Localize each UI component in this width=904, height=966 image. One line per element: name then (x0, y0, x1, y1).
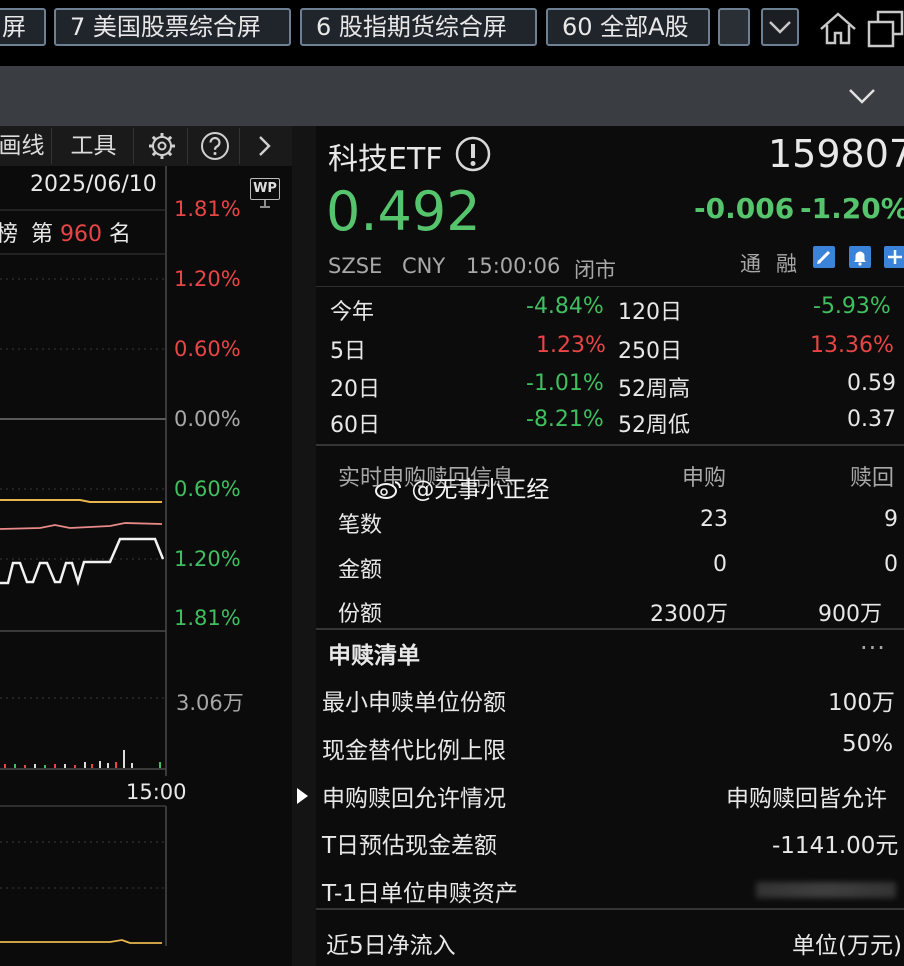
more-options-button[interactable]: ··· (860, 634, 886, 662)
security-code: 159807 (768, 132, 904, 176)
perf-value: -5.93% (813, 294, 891, 319)
collapse-bar (0, 66, 904, 126)
perf-value: -8.21% (526, 407, 604, 432)
redemption-row-value: -1141.00元 (772, 833, 899, 859)
pencil-icon (817, 250, 831, 264)
realtime-row-label: 金额 (338, 558, 383, 583)
redemption-row-label: T-1日单位申赎资产 (322, 881, 518, 907)
alert-icon[interactable] (454, 135, 492, 173)
tab-us-stocks[interactable]: 7 美国股票综合屏 (54, 8, 291, 46)
redemption-row-label: 申购赎回允许情况 (322, 786, 506, 812)
perf-value: 0.59 (847, 371, 896, 396)
perf-value: 0.37 (847, 407, 896, 432)
realtime-redeem-value: 9 (884, 507, 898, 532)
redemption-row-value: 100万 (828, 690, 895, 716)
currency-label: CNY (402, 254, 446, 278)
top-tab-bar: 屏 7 美国股票综合屏 6 股指期货综合屏 60 全部A股 (0, 0, 904, 66)
perf-label: 今年 (330, 300, 375, 325)
perf-label: 60日 (330, 413, 380, 438)
perf-label: 52周高 (618, 377, 690, 402)
tab-all-a-shares[interactable]: 60 全部A股 (546, 8, 710, 46)
chevron-down-icon[interactable] (846, 84, 878, 108)
divider (316, 628, 904, 630)
quote-time: 15:00:06 (466, 254, 561, 278)
tabs-dropdown-button[interactable] (761, 8, 799, 46)
perf-label: 5日 (330, 339, 366, 364)
realtime-subscribe-value: 2300万 (650, 602, 728, 627)
perf-label: 250日 (618, 339, 682, 364)
tab-index-futures[interactable]: 6 股指期货综合屏 (300, 8, 537, 46)
realtime-redeem-value: 900万 (818, 602, 882, 627)
divider (316, 286, 904, 287)
perf-label: 20日 (330, 377, 380, 402)
security-name: 科技ETF (328, 142, 443, 177)
redemption-row-label: T日预估现金差额 (322, 833, 498, 859)
divider (316, 444, 904, 446)
tag-connect: 通 (740, 252, 761, 276)
realtime-subscribe-value: 0 (713, 552, 727, 577)
last-price: 0.492 (326, 180, 481, 243)
tab-label: 60 全部A股 (562, 13, 689, 41)
exchange-label: SZSE (328, 254, 383, 278)
realtime-row-label: 笔数 (338, 513, 383, 538)
perf-label: 52周低 (618, 413, 690, 438)
price-change: -0.006 (694, 192, 795, 225)
redemption-row-value: 申购赎回皆允许 (726, 786, 887, 812)
tab-overflow[interactable] (718, 8, 750, 46)
watermark: @无事小正经 (374, 470, 549, 504)
market-status: 闭市 (574, 258, 616, 282)
col-redeem: 赎回 (850, 466, 895, 491)
tab-screen-partial[interactable]: 屏 (0, 8, 46, 46)
redemption-row-label: 最小申赎单位份额 (322, 690, 506, 716)
col-subscribe: 申购 (682, 466, 727, 491)
home-icon[interactable] (818, 10, 858, 46)
window-icon[interactable] (866, 8, 904, 48)
redacted-value (756, 882, 896, 898)
alarm-button[interactable] (849, 246, 871, 268)
expand-arrow-icon[interactable] (294, 786, 310, 806)
chevron-down-icon (769, 21, 791, 34)
divider (316, 908, 904, 910)
realtime-row-label: 份额 (338, 602, 383, 627)
net-inflow-label: 近5日净流入 (326, 933, 456, 959)
add-watchlist-button[interactable] (884, 246, 904, 268)
tab-label: 7 美国股票综合屏 (70, 13, 261, 41)
perf-value: -1.01% (526, 371, 604, 396)
realtime-redeem-value: 0 (884, 552, 898, 577)
perf-value: 13.36% (810, 333, 894, 358)
price-change-pct: -1.20% (800, 192, 904, 225)
perf-label: 120日 (618, 300, 682, 325)
edit-button[interactable] (813, 246, 835, 268)
redemption-row-label: 现金替代比例上限 (322, 738, 506, 764)
perf-value: 1.23% (536, 333, 606, 358)
tab-label: 6 股指期货综合屏 (316, 13, 507, 41)
redemption-list-title: 申赎清单 (328, 643, 420, 669)
plus-icon (888, 250, 902, 264)
tab-label: 屏 (2, 13, 26, 41)
bell-icon (854, 251, 866, 266)
weibo-icon (375, 481, 402, 499)
net-inflow-unit: 单位(万元) (792, 933, 902, 959)
panel-splitter[interactable] (292, 126, 316, 966)
chart-panel: 画线 工具 2025/06/10 榜 第 960 名 WP 1.81% 1.20… (0, 126, 292, 966)
quote-panel: 科技ETF 159807 0.492 -0.006 -1.20% SZSE CN… (316, 126, 904, 966)
realtime-subscribe-value: 23 (700, 507, 728, 532)
watermark-text: @无事小正经 (411, 477, 550, 503)
redemption-row-value: 50% (842, 731, 894, 757)
intraday-chart (0, 166, 167, 946)
tag-margin: 融 (776, 252, 797, 276)
perf-value: -4.84% (526, 294, 604, 319)
